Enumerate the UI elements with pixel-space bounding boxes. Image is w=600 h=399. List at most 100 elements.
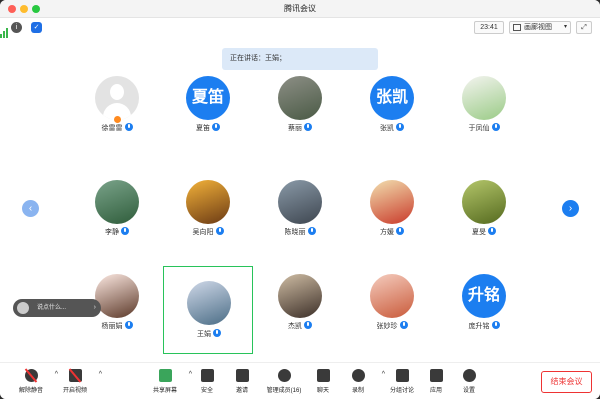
microphone-icon: [307, 227, 316, 235]
participant-name: 张凯: [347, 123, 437, 133]
view-mode-button[interactable]: 画廊视图 ▾: [509, 21, 571, 34]
participant-name: 陈晓丽: [255, 227, 345, 237]
camera-off-icon: [69, 369, 82, 382]
unmute-button[interactable]: 解除静音 ^: [12, 367, 58, 397]
meeting-info-icon[interactable]: i: [11, 22, 22, 33]
participant-name-text: 于凤仙: [468, 125, 490, 132]
microphone-icon: [491, 321, 500, 329]
participant-tile[interactable]: 蔡丽: [255, 72, 345, 160]
participant-tile[interactable]: 陈晓丽: [255, 176, 345, 264]
window-title: 腾讯会议: [284, 4, 316, 13]
share-screen-label: 共享屏幕: [152, 388, 177, 394]
participant-name-text: 徐雷雷: [101, 125, 123, 132]
participant-tile[interactable]: 吴向阳: [163, 176, 253, 264]
microphone-icon: [215, 227, 224, 235]
shield-icon: [201, 369, 214, 382]
meeting-toolbar: 解除静音 ^ 开启视频 ^ 共享屏幕 ^ 安全 邀请 管理成员(16) 聊天 录…: [0, 362, 600, 399]
shield-icon[interactable]: ✓: [31, 22, 42, 33]
participant-tile[interactable]: 徐雷雷: [72, 72, 162, 160]
participant-name-text: 张凯: [380, 125, 394, 132]
invite-button[interactable]: 邀请: [223, 367, 261, 397]
participant-tile[interactable]: 夏旻: [439, 176, 529, 264]
participant-name: 夏旻: [439, 227, 529, 237]
participant-tile[interactable]: 李静: [72, 176, 162, 264]
fullscreen-button[interactable]: ⤢: [576, 21, 592, 34]
participant-name-text: 杨丽娟: [101, 323, 123, 330]
speaking-banner: 正在讲话：王娟；: [222, 48, 378, 70]
avatar: 升铭: [462, 274, 506, 318]
avatar: 夏笛: [186, 76, 230, 120]
participant-name-text: 夏笛: [196, 125, 210, 132]
microphone-icon: [121, 227, 129, 235]
participant-name-text: 张妙珍: [376, 323, 398, 330]
participant-name-text: 王娟: [197, 331, 211, 338]
meeting-window: 腾讯会议 i ✓ 23:41 画廊视图 ▾ ⤢ 正在讲话：王娟； 徐雷雷 夏笛 夏笛…: [0, 0, 600, 399]
participant-name: 夏笛: [163, 123, 253, 133]
avatar: [278, 274, 322, 318]
settings-button[interactable]: 设置: [450, 367, 488, 397]
participant-name-text: 陈晓丽: [284, 229, 306, 236]
avatar: [278, 76, 322, 120]
apps-icon: [430, 369, 443, 382]
microphone-off-icon: [25, 369, 38, 382]
avatar: [95, 76, 139, 120]
add-user-icon: [236, 369, 249, 382]
participant-name: 杨丽娟: [72, 321, 162, 331]
microphone-icon: [213, 329, 221, 337]
chevron-up-icon[interactable]: ^: [99, 371, 102, 378]
microphone-icon: [212, 123, 220, 131]
microphone-icon: [396, 123, 404, 131]
end-meeting-button[interactable]: 结束会议: [541, 371, 592, 393]
title-bar: 腾讯会议: [0, 0, 600, 18]
participant-name: 庞升铭: [439, 321, 529, 331]
grid-icon: [513, 24, 521, 31]
microphone-icon: [304, 123, 312, 131]
unmute-label: 解除静音: [18, 388, 43, 394]
members-icon: [278, 369, 291, 382]
quick-chat-input[interactable]: 说点什么... ›: [13, 299, 101, 317]
participant-tile[interactable]: 杰凯: [255, 270, 345, 358]
participant-tile[interactable]: 升铭 庞升铭: [439, 270, 529, 358]
next-page-button[interactable]: ›: [562, 200, 579, 217]
start-video-label: 开启视频: [62, 388, 87, 394]
participant-name: 吴向阳: [163, 227, 253, 237]
microphone-icon: [488, 227, 496, 235]
avatar: [95, 180, 139, 224]
share-screen-icon: [159, 369, 172, 382]
microphone-icon: [396, 227, 404, 235]
emoji-icon[interactable]: [17, 302, 29, 314]
participant-name-text: 方媛: [380, 229, 394, 236]
microphone-icon: [491, 123, 500, 131]
microphone-icon: [124, 123, 133, 131]
manage-members-button[interactable]: 管理成员(16): [265, 367, 303, 397]
participant-name-text: 吴向阳: [192, 229, 214, 236]
avatar: [187, 281, 231, 325]
prev-page-button[interactable]: ‹: [22, 200, 39, 217]
participant-tile[interactable]: 于凤仙: [439, 72, 529, 160]
record-button[interactable]: 录制 ^: [339, 367, 385, 397]
avatar: [186, 180, 230, 224]
status-bar: i ✓ 23:41 画廊视图 ▾ ⤢: [0, 18, 600, 38]
settings-label: 设置: [462, 388, 475, 394]
meeting-timer: 23:41: [474, 21, 504, 34]
avatar: 张凯: [370, 76, 414, 120]
participant-name: 杰凯: [255, 321, 345, 331]
chevron-right-icon[interactable]: ›: [94, 299, 96, 317]
participant-name: 方媛: [347, 227, 437, 237]
start-video-button[interactable]: 开启视频 ^: [56, 367, 102, 397]
participant-tile[interactable]: 王娟: [163, 266, 253, 354]
participant-tile[interactable]: 张妙珍: [347, 270, 437, 358]
invite-label: 邀请: [235, 388, 248, 394]
microphone-icon: [124, 321, 133, 329]
share-screen-button[interactable]: 共享屏幕 ^: [146, 367, 192, 397]
participant-name-text: 李静: [105, 229, 119, 236]
participant-name: 张妙珍: [347, 321, 437, 331]
microphone-icon: [399, 321, 408, 329]
participant-name: 徐雷雷: [72, 123, 162, 133]
participant-tile[interactable]: 张凯 张凯: [347, 72, 437, 160]
breakout-icon: [396, 369, 409, 382]
participant-tile[interactable]: 夏笛 夏笛: [163, 72, 253, 160]
chevron-down-icon: ▾: [563, 24, 567, 30]
quick-chat-placeholder: 说点什么...: [37, 305, 67, 311]
participant-tile[interactable]: 方媛: [347, 176, 437, 264]
